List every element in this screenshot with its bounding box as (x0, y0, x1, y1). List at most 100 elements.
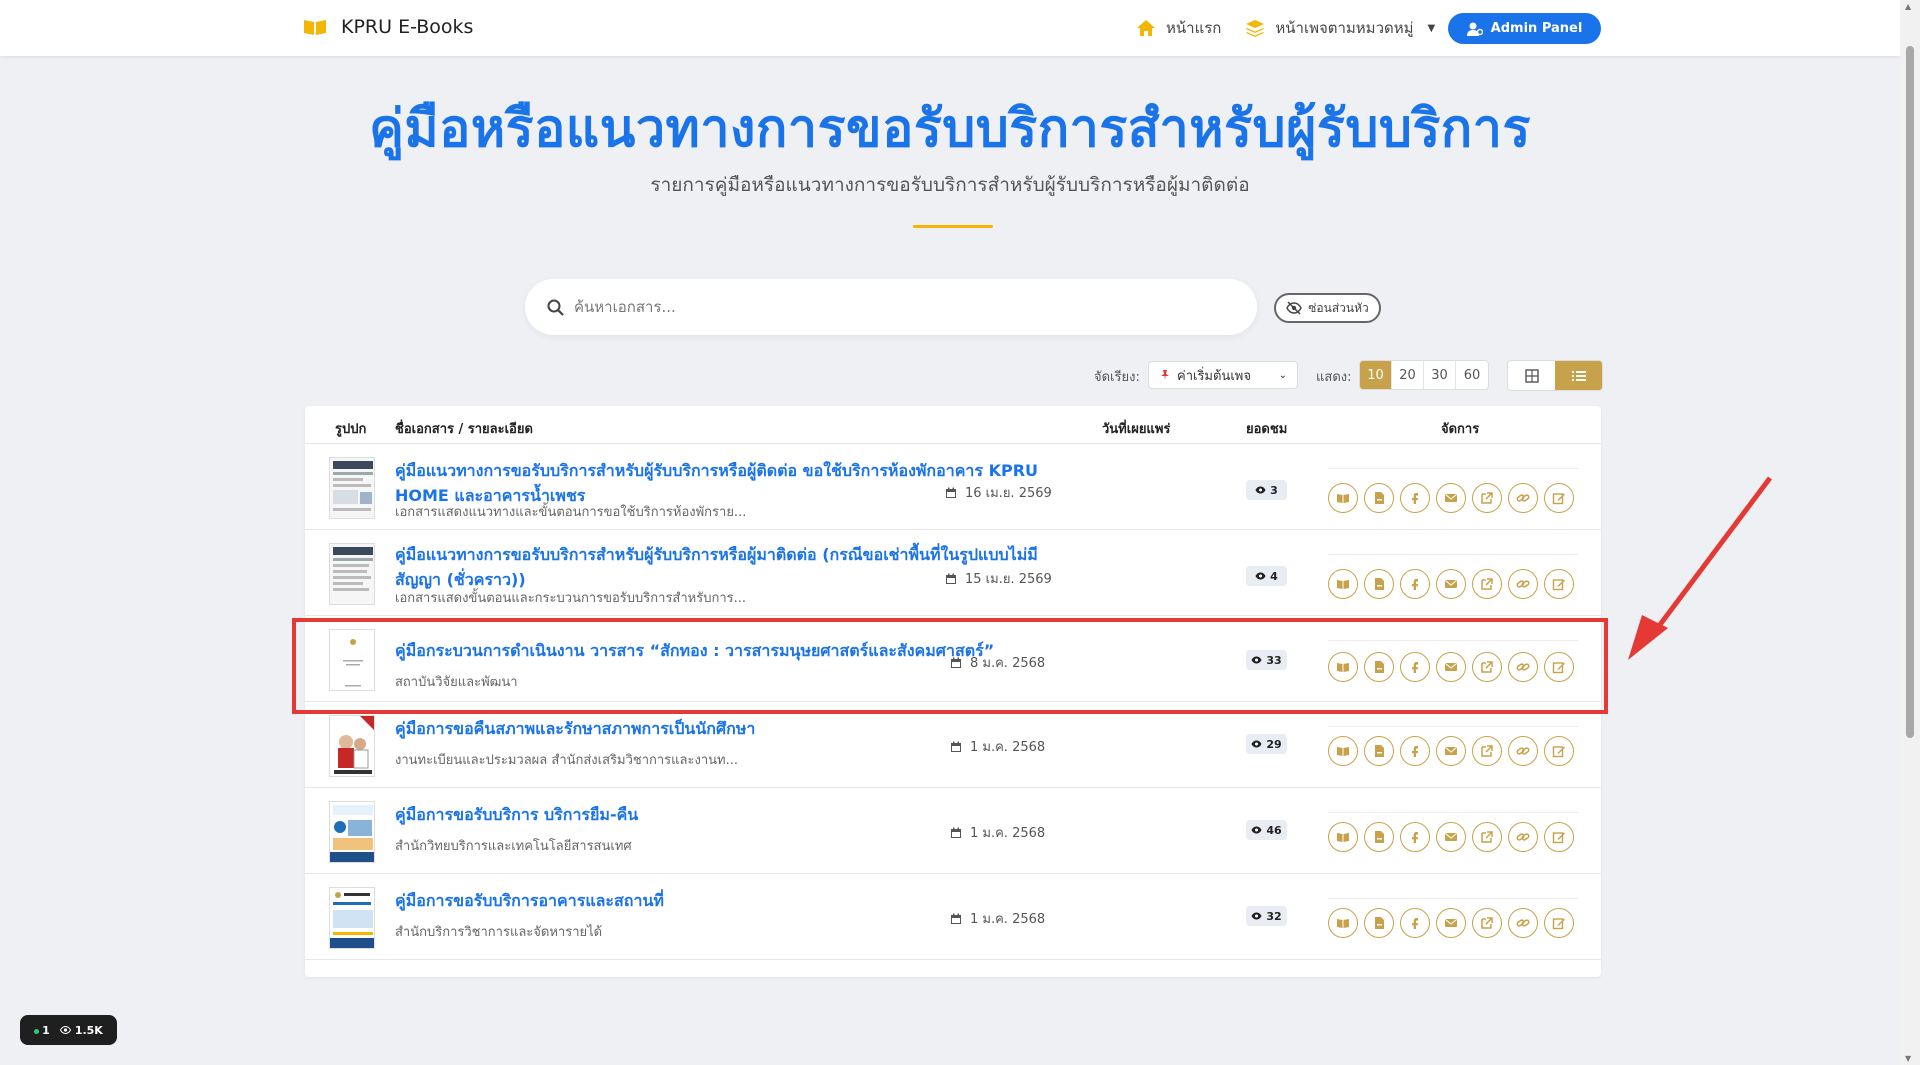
view-count-badge: 32 (1246, 906, 1287, 926)
th-name: ชื่อเอกสาร / รายละเอียด (395, 422, 533, 437)
pdf-file-button[interactable] (1364, 822, 1394, 852)
edit-button[interactable] (1544, 569, 1574, 599)
page-size-20[interactable]: 20 (1392, 361, 1424, 389)
read-book-button[interactable] (1328, 822, 1358, 852)
view-toggle (1507, 360, 1603, 391)
views-count: 1.5K (74, 1023, 103, 1037)
publish-date-text: 16 เม.ย. 2569 (965, 486, 1052, 501)
grid-view-button[interactable] (1508, 361, 1555, 390)
copy-link-button[interactable] (1508, 483, 1538, 513)
scroll-up-icon[interactable]: ▲ (1905, 2, 1911, 11)
search-bar (525, 279, 1257, 335)
read-book-button[interactable] (1328, 736, 1358, 766)
external-link-button[interactable] (1472, 908, 1502, 938)
cover-thumbnail[interactable] (329, 543, 375, 605)
read-book-button[interactable] (1328, 483, 1358, 513)
edit-button[interactable] (1544, 483, 1574, 513)
search-input[interactable] (574, 298, 1214, 316)
edit-button[interactable] (1544, 822, 1574, 852)
external-link-icon (1481, 492, 1493, 504)
view-count-text: 46 (1266, 823, 1282, 837)
email-button[interactable] (1436, 736, 1466, 766)
brand-name: KPRU E-Books (341, 16, 474, 38)
scroll-thumb[interactable] (1906, 46, 1914, 738)
actions-divider (1328, 468, 1578, 469)
edit-button[interactable] (1544, 908, 1574, 938)
row-actions (1328, 483, 1574, 513)
cover-thumbnail[interactable] (329, 801, 375, 863)
calendar-icon (951, 741, 961, 752)
sort-label: จัดเรียง: (1094, 370, 1140, 385)
view-count-text: 29 (1266, 737, 1282, 751)
read-book-button[interactable] (1328, 908, 1358, 938)
email-button[interactable] (1436, 908, 1466, 938)
facebook-icon (1412, 493, 1418, 504)
visitor-stats-badge[interactable]: 1 1.5K (20, 1015, 117, 1045)
eye-icon (59, 1026, 71, 1034)
cover-thumbnail[interactable] (329, 715, 375, 777)
cover-thumbnail[interactable] (329, 457, 375, 519)
facebook-button[interactable] (1400, 483, 1430, 513)
document-title-link[interactable]: คู่มือการขอรับบริการ บริการยืม-คืน (395, 802, 1045, 827)
facebook-button[interactable] (1400, 908, 1430, 938)
page-scrollbar[interactable]: ▲ ▼ (1900, 0, 1920, 1065)
edit-icon (1552, 918, 1565, 930)
pdf-file-icon (1375, 917, 1384, 929)
page-size-60[interactable]: 60 (1456, 361, 1488, 389)
hide-header-button[interactable]: ซ่อนส่วนหัว (1274, 293, 1381, 323)
sort-select[interactable]: ค่าเริ่มต้นเพจ ⌄ (1148, 361, 1298, 389)
facebook-button[interactable] (1400, 736, 1430, 766)
nav-home-link[interactable]: หน้าแรก (1136, 16, 1221, 40)
document-description: เอกสารแสดงขั้นตอนและกระบวนการขอรับบริการ… (395, 591, 747, 606)
book-icon (304, 20, 326, 35)
nav-categories-dropdown[interactable]: หน้าเพจตามหมวดหมู่ ▼ (1245, 16, 1435, 40)
publish-date: 1 ม.ค. 2568 (950, 822, 1045, 843)
external-link-icon (1481, 917, 1493, 929)
document-title-link[interactable]: คู่มือการขอรับบริการอาคารและสถานที่ (395, 888, 1045, 913)
copy-link-icon (1516, 494, 1530, 502)
email-button[interactable] (1436, 822, 1466, 852)
eye-icon (1251, 912, 1262, 920)
copy-link-button[interactable] (1508, 822, 1538, 852)
scroll-down-icon[interactable]: ▼ (1905, 1054, 1911, 1063)
brand[interactable]: KPRU E-Books (303, 16, 473, 38)
admin-panel-button[interactable]: Admin Panel (1448, 13, 1601, 44)
page-size-10[interactable]: 10 (1360, 361, 1392, 389)
document-title-link[interactable]: คู่มือการขอคืนสภาพและรักษาสภาพการเป็นนัก… (395, 716, 1045, 741)
facebook-button[interactable] (1400, 569, 1430, 599)
email-icon (1445, 580, 1457, 588)
page-size-30[interactable]: 30 (1424, 361, 1456, 389)
edit-button[interactable] (1544, 736, 1574, 766)
pdf-file-button[interactable] (1364, 736, 1394, 766)
email-button[interactable] (1436, 569, 1466, 599)
actions-divider (1328, 554, 1578, 555)
external-link-button[interactable] (1472, 736, 1502, 766)
external-link-button[interactable] (1472, 483, 1502, 513)
copy-link-button[interactable] (1508, 736, 1538, 766)
page-size-group: 10 20 30 60 (1359, 360, 1489, 390)
th-manage: จัดการ (1441, 422, 1480, 437)
read-book-button[interactable] (1328, 569, 1358, 599)
email-icon (1445, 494, 1457, 502)
email-icon (1445, 833, 1457, 841)
email-button[interactable] (1436, 483, 1466, 513)
copy-link-button[interactable] (1508, 908, 1538, 938)
cover-thumbnail[interactable] (329, 887, 375, 949)
external-link-button[interactable] (1472, 822, 1502, 852)
row-actions (1328, 908, 1574, 938)
document-description: สำนักวิทยบริการและเทคโนโลยีสารสนเทศ (395, 839, 632, 854)
email-icon (1445, 919, 1457, 927)
list-view-button[interactable] (1555, 361, 1602, 390)
view-count-badge: 46 (1246, 820, 1287, 840)
facebook-button[interactable] (1400, 822, 1430, 852)
external-link-button[interactable] (1472, 569, 1502, 599)
actions-divider (1328, 898, 1578, 899)
pdf-file-button[interactable] (1364, 483, 1394, 513)
copy-link-button[interactable] (1508, 569, 1538, 599)
pdf-file-button[interactable] (1364, 908, 1394, 938)
list-icon (1571, 370, 1586, 381)
nav-categories-label: หน้าเพจตามหมวดหมู่ (1275, 19, 1414, 37)
pdf-file-icon (1375, 492, 1384, 504)
publish-date-text: 1 ม.ค. 2568 (970, 826, 1046, 841)
pdf-file-button[interactable] (1364, 569, 1394, 599)
